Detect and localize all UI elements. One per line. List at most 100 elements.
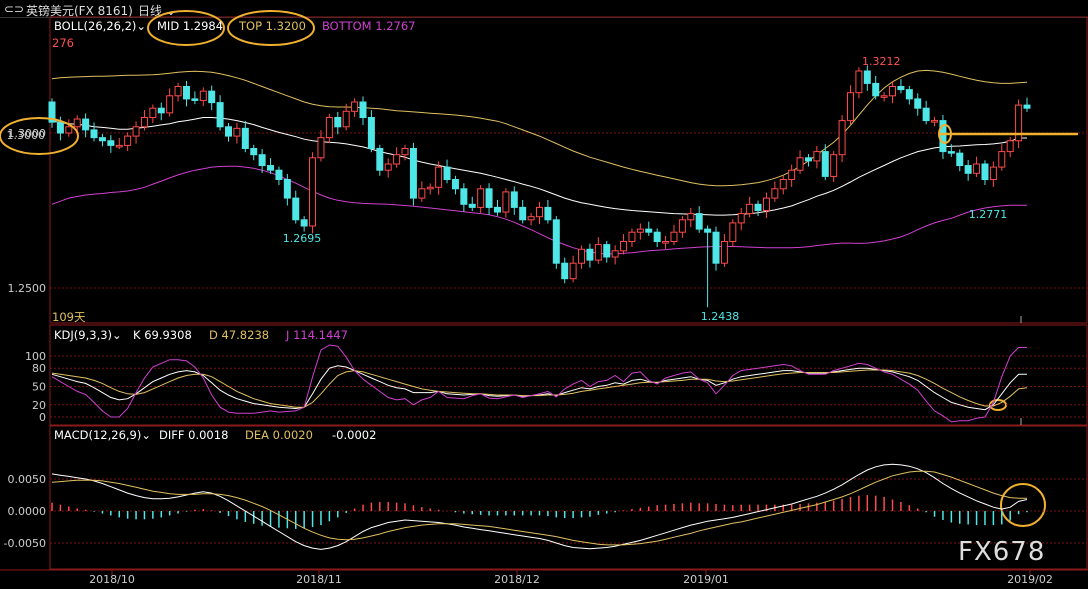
kdj-params-label[interactable]: KDJ(9,3,3)⌄ bbox=[54, 328, 122, 342]
candle-up bbox=[998, 151, 1006, 168]
macd-diff-line bbox=[51, 463, 1028, 550]
candle-down bbox=[283, 179, 291, 199]
macd-tick-label: 0.0050 bbox=[8, 473, 47, 486]
candle-up bbox=[880, 95, 888, 98]
macd-dea-label: DEA 0.0020 bbox=[245, 428, 313, 442]
date-tick-label: 2019/02 bbox=[1007, 573, 1053, 586]
kdj-j-line bbox=[51, 344, 1027, 423]
candle-up bbox=[124, 135, 132, 146]
boll-mid-line bbox=[51, 117, 1027, 216]
candle-up bbox=[65, 126, 73, 134]
candle-down bbox=[586, 248, 594, 261]
chart-window: ⊂⊃ 英镑美元(FX 8161) 日线 ⌄ 1.2500 1.3000 1.3212… bbox=[0, 0, 1088, 589]
candle-down bbox=[292, 197, 300, 221]
low-price-label: 1.2438 bbox=[701, 310, 740, 323]
candle-up bbox=[737, 213, 745, 224]
candle-up bbox=[578, 248, 586, 264]
candle-up bbox=[309, 157, 317, 227]
candle-down bbox=[409, 148, 417, 199]
candle-up bbox=[477, 188, 485, 208]
candle-down bbox=[258, 154, 266, 167]
day-count-label: 109天 bbox=[52, 310, 86, 324]
candle-up bbox=[384, 163, 392, 171]
candle-down bbox=[552, 219, 560, 264]
candle-down bbox=[216, 102, 224, 128]
candle-down bbox=[863, 70, 871, 84]
candle-down bbox=[981, 163, 989, 180]
candle-up bbox=[889, 86, 897, 97]
candle-up bbox=[762, 197, 770, 212]
kdj-tick-label: 80 bbox=[32, 362, 46, 375]
candle-up bbox=[594, 244, 602, 261]
kdj-tick-label: 50 bbox=[32, 381, 46, 394]
candle-down bbox=[107, 140, 115, 146]
candle-up bbox=[426, 186, 434, 190]
candle-down bbox=[544, 206, 552, 221]
candle-down bbox=[376, 148, 384, 171]
candle-down bbox=[275, 169, 283, 180]
date-tick-label: 2018/11 bbox=[296, 573, 342, 586]
recent-low-label: 1.2771 bbox=[969, 208, 1008, 221]
candle-up bbox=[435, 166, 443, 188]
candle-down bbox=[704, 228, 712, 233]
candle-up bbox=[166, 95, 174, 114]
candle-down bbox=[300, 219, 308, 227]
candle-up bbox=[746, 203, 754, 215]
candle-up bbox=[199, 90, 207, 101]
price-panel-frame bbox=[49, 16, 1088, 324]
candle-up bbox=[325, 117, 333, 139]
candle-up bbox=[796, 157, 804, 171]
candle-up bbox=[149, 107, 157, 118]
candle-up bbox=[973, 163, 981, 174]
truncated-high-label: 276 bbox=[52, 36, 74, 50]
candle-up bbox=[401, 148, 409, 156]
candle-down bbox=[359, 101, 367, 118]
candle-up bbox=[989, 166, 997, 181]
candle-up bbox=[628, 231, 636, 242]
candle-up bbox=[931, 120, 939, 123]
high-price-label: 1.3212 bbox=[862, 55, 901, 68]
candle-down bbox=[510, 191, 518, 208]
candle-up bbox=[813, 151, 821, 162]
macd-tick-label: -0.0050 bbox=[4, 537, 46, 550]
candle-down bbox=[947, 151, 955, 154]
candle-down bbox=[754, 203, 762, 212]
macd-params-label[interactable]: MACD(12,26,9)⌄ bbox=[54, 428, 151, 442]
boll-bottom-label: BOTTOM 1.2767 bbox=[322, 19, 416, 33]
candle-up bbox=[536, 206, 543, 218]
boll-params-label[interactable]: BOLL(26,26,2)⌄ bbox=[54, 19, 146, 33]
candle-up bbox=[317, 137, 325, 159]
candle-down bbox=[367, 117, 375, 149]
boll-top-line bbox=[51, 69, 1028, 187]
candle-down bbox=[443, 166, 451, 181]
candle-down bbox=[804, 157, 812, 162]
swing-low-label: 1.2695 bbox=[283, 232, 322, 245]
candle-up bbox=[788, 169, 796, 180]
candle-up bbox=[678, 219, 686, 233]
candle-up bbox=[687, 213, 695, 221]
candle-down bbox=[468, 203, 476, 208]
candle-down bbox=[956, 152, 964, 167]
kdj-j-label: J 114.1447 bbox=[286, 328, 348, 342]
kdj-tick-label: 20 bbox=[32, 399, 46, 412]
candle-down bbox=[225, 126, 233, 137]
kdj-tick-label: 0 bbox=[39, 411, 46, 424]
candle-up bbox=[502, 191, 510, 213]
candle-down bbox=[267, 165, 275, 171]
candle-up bbox=[729, 222, 737, 242]
macd-cross-circle bbox=[1000, 483, 1046, 527]
candle-down bbox=[922, 107, 930, 122]
candle-down bbox=[872, 82, 880, 97]
macd-dea-line bbox=[51, 470, 1027, 546]
candle-up bbox=[855, 70, 863, 94]
candle-up bbox=[132, 126, 140, 137]
candle-up bbox=[779, 179, 787, 190]
candle-up bbox=[73, 118, 81, 128]
candle-down bbox=[157, 107, 165, 114]
candle-up bbox=[611, 250, 619, 258]
candle-down bbox=[485, 188, 493, 208]
candle-down bbox=[82, 118, 90, 131]
candle-down bbox=[695, 213, 703, 230]
candle-up bbox=[174, 86, 182, 97]
candle-up bbox=[1015, 104, 1023, 142]
